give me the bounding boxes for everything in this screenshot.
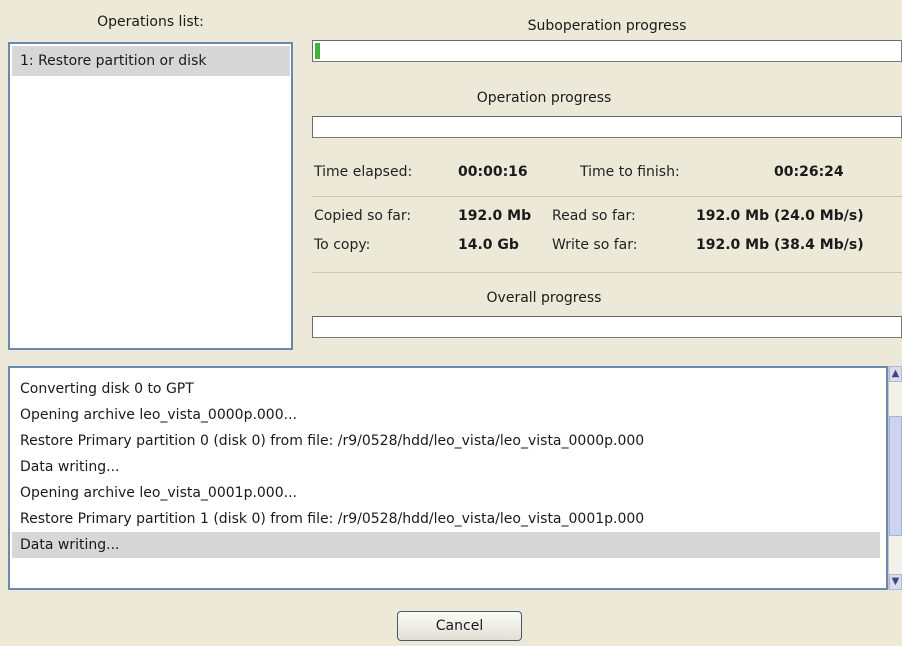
copied-so-far-value: 192.0 Mb [458, 208, 532, 224]
suboperation-progress-bar [312, 40, 902, 62]
to-copy-value: 14.0 Gb [458, 237, 519, 253]
write-so-far-value: 192.0 Mb (38.4 Mb/s) [696, 237, 864, 253]
scroll-up-icon[interactable]: ▲ [889, 366, 902, 382]
operation-progress-label: Operation progress [476, 90, 612, 106]
time-elapsed-label: Time elapsed: [314, 164, 413, 180]
stats-divider-2 [312, 272, 902, 273]
suboperation-progress-fill [315, 43, 320, 59]
read-so-far-label: Read so far: [552, 208, 636, 224]
overall-progress-bar [312, 316, 902, 338]
log-line[interactable]: Data writing... [12, 454, 880, 480]
write-so-far-label: Write so far: [552, 237, 638, 253]
operations-list[interactable]: 1: Restore partition or disk [8, 42, 293, 350]
scroll-thumb[interactable] [889, 416, 902, 536]
to-copy-label: To copy: [314, 237, 371, 253]
log-line[interactable]: Restore Primary partition 1 (disk 0) fro… [12, 506, 880, 532]
log-line[interactable]: Restore Primary partition 0 (disk 0) fro… [12, 428, 880, 454]
read-so-far-value: 192.0 Mb (24.0 Mb/s) [696, 208, 864, 224]
log-line[interactable]: Converting disk 0 to GPT [12, 376, 880, 402]
log-line-selected[interactable]: Data writing... [12, 532, 880, 558]
time-to-finish-value: 00:26:24 [774, 164, 844, 180]
copied-so-far-label: Copied so far: [314, 208, 412, 224]
log-line[interactable]: Opening archive leo_vista_0001p.000... [12, 480, 880, 506]
cancel-button[interactable]: Cancel [397, 611, 522, 641]
time-to-finish-label: Time to finish: [580, 164, 680, 180]
time-elapsed-value: 00:00:16 [458, 164, 528, 180]
scroll-down-icon[interactable]: ▼ [889, 574, 902, 590]
suboperation-progress-label: Suboperation progress [527, 18, 687, 34]
overall-progress-label: Overall progress [486, 290, 602, 306]
log-line[interactable]: Opening archive leo_vista_0000p.000... [12, 402, 880, 428]
log-scrollbar[interactable]: ▲ ▼ [888, 366, 902, 590]
stats-divider [312, 196, 902, 197]
operations-list-item[interactable]: 1: Restore partition or disk [12, 46, 290, 76]
operations-list-header: Operations list: [97, 14, 204, 30]
operation-progress-bar [312, 116, 902, 138]
log-list[interactable]: Converting disk 0 to GPT Opening archive… [8, 366, 888, 590]
